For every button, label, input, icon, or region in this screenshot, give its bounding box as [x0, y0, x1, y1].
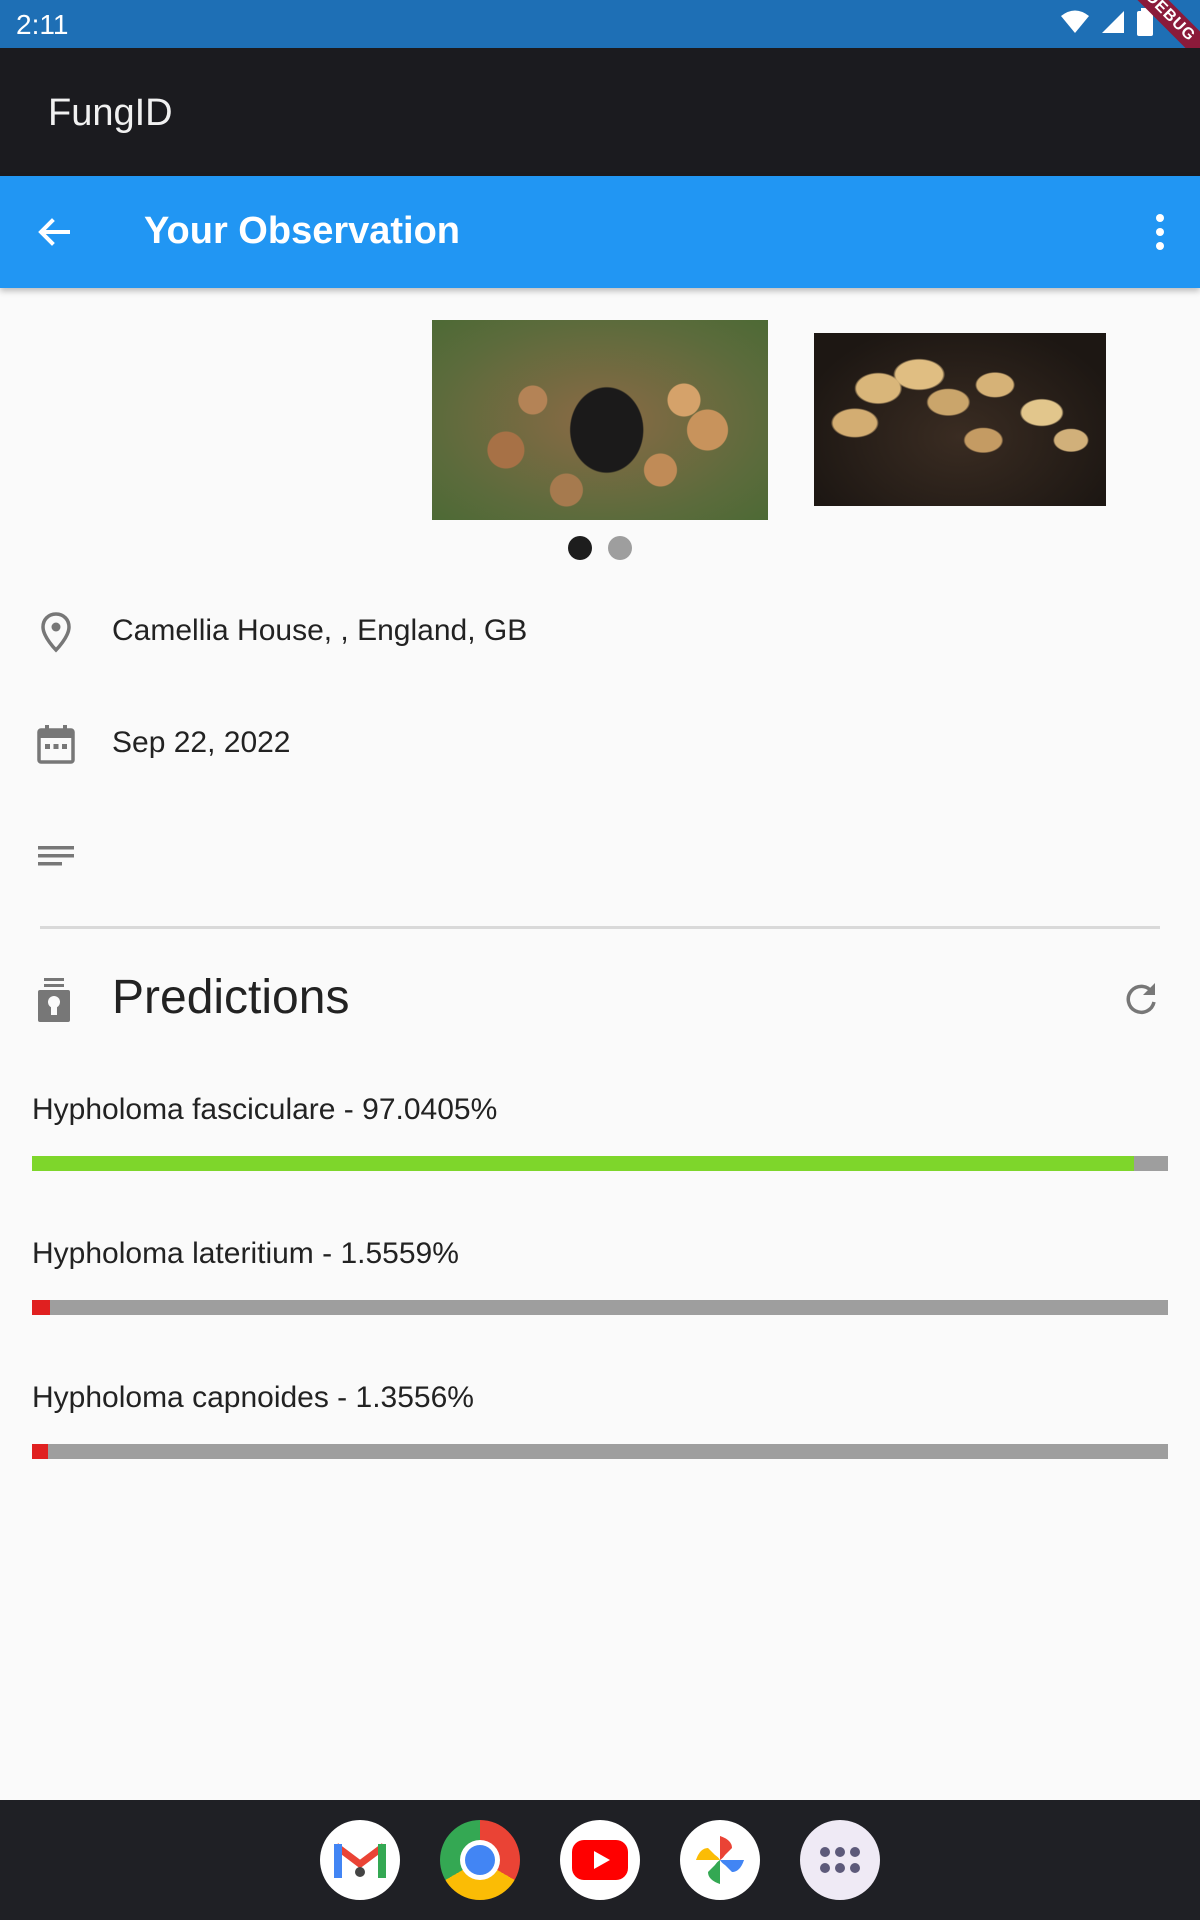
- prediction-label: Hypholoma lateritium - 1.5559%: [32, 1237, 459, 1270]
- prediction-label: Hypholoma capnoides - 1.3556%: [32, 1381, 474, 1414]
- prediction-bar-fill: [32, 1156, 1135, 1171]
- status-bar: 2:11 DEBUG: [0, 0, 1200, 68]
- app-drawer-dots: [820, 1847, 860, 1873]
- location-pin-icon: [41, 612, 71, 653]
- calendar-icon: [37, 725, 75, 764]
- app-drawer-icon[interactable]: [800, 1820, 880, 1900]
- chrome-icon[interactable]: [440, 1820, 520, 1900]
- notes-row: [36, 826, 1166, 886]
- prediction-bar-track: [32, 1156, 1168, 1171]
- observation-photo-1[interactable]: [432, 320, 768, 520]
- youtube-icon[interactable]: [560, 1820, 640, 1900]
- section-divider: [40, 926, 1160, 929]
- status-time: 2:11: [16, 9, 69, 40]
- refresh-icon[interactable]: [1122, 980, 1160, 1018]
- prediction-label: Hypholoma fasciculare - 97.0405%: [32, 1093, 498, 1126]
- app-title: FungID: [48, 92, 173, 134]
- prediction-bar-track: [32, 1300, 1168, 1315]
- app-dock: [0, 1800, 1200, 1920]
- prediction-item: Hypholoma capnoides - 1.3556%: [32, 1378, 1168, 1459]
- toolbar: Your Observation: [0, 176, 1200, 288]
- lightbulb-icon: [38, 978, 70, 1022]
- prediction-bar-fill: [32, 1300, 50, 1315]
- photos-icon[interactable]: [680, 1820, 760, 1900]
- prediction-bar-fill: [32, 1444, 48, 1459]
- photos-logo: [696, 1836, 744, 1884]
- predictions-title: Predictions: [112, 971, 350, 1024]
- prediction-bar-track: [32, 1444, 1168, 1459]
- date-text: Sep 22, 2022: [112, 726, 291, 759]
- predictions-header: Predictions: [36, 960, 1166, 1040]
- youtube-logo: [572, 1840, 628, 1880]
- more-vert-icon[interactable]: [1148, 210, 1172, 254]
- date-row: Sep 22, 2022: [36, 714, 1166, 774]
- notes-icon: [38, 846, 74, 866]
- location-text: Camellia House, , England, GB: [112, 614, 528, 647]
- arrow-back-icon[interactable]: [34, 212, 74, 252]
- location-row: Camellia House, , England, GB: [36, 602, 1166, 662]
- carousel-dot[interactable]: [608, 536, 632, 560]
- page-title: Your Observation: [144, 210, 461, 252]
- carousel-dot-active[interactable]: [568, 536, 592, 560]
- gmail-icon[interactable]: [320, 1820, 400, 1900]
- observation-photo-2[interactable]: [814, 333, 1106, 506]
- gmail-logo: [333, 1843, 387, 1878]
- prediction-item: Hypholoma fasciculare - 97.0405%: [32, 1090, 1168, 1171]
- carousel-indicator: [568, 536, 632, 560]
- app-title-bar: FungID: [0, 48, 1200, 176]
- system-icons: [1060, 8, 1154, 36]
- prediction-item: Hypholoma lateritium - 1.5559%: [32, 1234, 1168, 1315]
- signal-icon: [1102, 11, 1124, 33]
- wifi-icon: [1061, 10, 1089, 33]
